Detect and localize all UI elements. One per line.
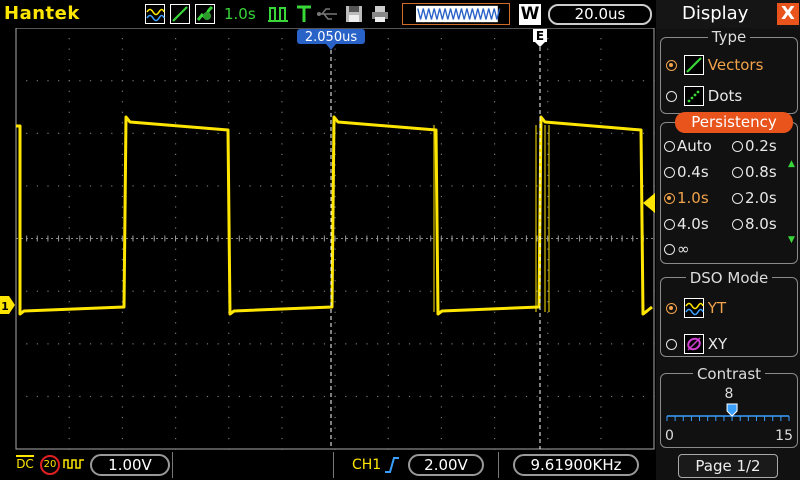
persistence-time: 1.0s (224, 5, 256, 23)
dso-mode-title: DSO Mode (685, 269, 773, 287)
dso-option-xy[interactable]: XY (666, 334, 727, 354)
timebase-readout[interactable]: 20.0us (548, 4, 652, 25)
dso-option-yt[interactable]: YT (666, 298, 726, 318)
svg-text:2.050us: 2.050us (305, 30, 357, 45)
type-title: Type (707, 28, 751, 46)
persist-option-infinite[interactable]: ∞ (664, 240, 690, 258)
display-menu-panel: Display X Type Vectors Dots Auto 0.2s 0.… (656, 0, 800, 480)
svg-text:E: E (536, 29, 544, 43)
type-group: Type Vectors Dots (660, 28, 798, 114)
persist-option-4-0s[interactable]: 4.0s (664, 215, 709, 233)
yt-mode-icon (683, 298, 704, 318)
contrast-max: 15 (775, 428, 793, 444)
waveform-mode-badge: W (519, 4, 541, 25)
memory-depth-indicator[interactable] (402, 3, 510, 25)
xy-mode-icon (683, 334, 704, 354)
print-icon[interactable] (370, 4, 390, 24)
panel-header: Display X (656, 0, 800, 29)
trigger-level[interactable]: 2.00V (408, 454, 484, 476)
ch1-volts-div[interactable]: 1.00V (90, 454, 170, 476)
radio-icon (666, 303, 677, 314)
dso-mode-group: DSO Mode YT XY (660, 269, 798, 357)
panel-title: Display (682, 3, 749, 24)
trigger-icon[interactable] (294, 4, 314, 24)
type-option-dots[interactable]: Dots (666, 86, 742, 106)
contrast-value: 8 (724, 386, 734, 402)
separator (172, 452, 173, 478)
save-icon[interactable] (344, 4, 364, 24)
coupling-indicator: DC (16, 455, 34, 471)
run-stop-icon[interactable] (268, 4, 288, 24)
persist-option-auto[interactable]: Auto (664, 137, 712, 155)
dots-icon (683, 86, 704, 106)
svg-text:1: 1 (1, 300, 9, 313)
contrast-title: Contrast (692, 365, 766, 383)
type-option-vectors[interactable]: Vectors (666, 55, 763, 75)
separator (498, 452, 499, 478)
frequency-readout: 9.61900KHz (513, 454, 639, 476)
vector-draw-icon[interactable] (170, 4, 190, 24)
brand-logo: Hantek (4, 3, 80, 24)
trigger-source[interactable]: CH1 (352, 457, 381, 473)
acquire-normal-icon[interactable] (145, 4, 165, 24)
bandwidth-limit-badge: 20 (40, 455, 60, 475)
page-button[interactable]: Page 1/2 (678, 454, 778, 478)
top-status-bar: Hantek 1.0s W 20.0us (0, 0, 655, 28)
persistence-icon[interactable] (195, 4, 215, 24)
rising-edge-icon[interactable] (384, 456, 400, 474)
usb-icon (317, 8, 337, 20)
persist-option-2-0s[interactable]: 2.0s (732, 189, 777, 207)
persist-option-0-8s[interactable]: 0.8s (732, 163, 777, 181)
contrast-min: 0 (665, 428, 674, 444)
slider-thumb[interactable] (726, 403, 738, 417)
radio-icon (666, 60, 677, 71)
vector-icon (683, 55, 704, 75)
persistency-group: Auto 0.2s 0.4s 0.8s 1.0s 2.0s 4.0s 8.0s … (660, 122, 798, 264)
waveform-display[interactable]: 2.050us E 1 (0, 0, 655, 480)
radio-icon (666, 339, 677, 350)
probe-icon (63, 459, 84, 469)
scroll-up-icon[interactable]: ▲ (788, 159, 795, 169)
radio-icon (666, 91, 677, 102)
persistency-title: Persistency (675, 112, 793, 133)
contrast-slider[interactable] (663, 402, 795, 428)
persist-option-1-0s[interactable]: 1.0s (664, 189, 709, 207)
close-button[interactable]: X (777, 3, 799, 25)
persist-option-0-2s[interactable]: 0.2s (732, 137, 777, 155)
separator (333, 452, 334, 478)
contrast-group: Contrast 8 0 15 (660, 365, 798, 448)
persist-option-0-4s[interactable]: 0.4s (664, 163, 709, 181)
persist-option-8-0s[interactable]: 8.0s (732, 215, 777, 233)
scroll-down-icon[interactable]: ▼ (788, 235, 795, 245)
